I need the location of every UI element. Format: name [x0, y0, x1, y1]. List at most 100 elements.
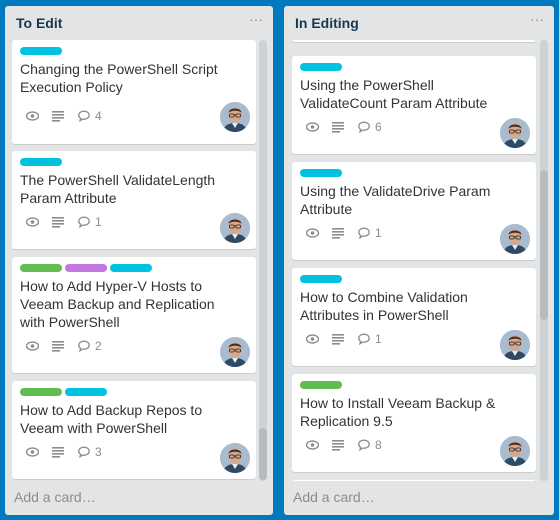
card-title: Using the ValidateDrive Param Attribute: [300, 183, 491, 217]
card[interactable]: How to Add Hyper-V Hosts to Veeam Backup…: [12, 257, 256, 373]
eye-icon: [306, 228, 319, 238]
description-icon: [52, 340, 64, 352]
description-icon: [332, 121, 344, 133]
eye-icon: [26, 217, 39, 227]
add-card-button[interactable]: Add a card…: [293, 489, 375, 505]
card-badges: 1: [26, 215, 102, 229]
label-cyan[interactable]: [20, 158, 62, 166]
description-icon: [52, 216, 64, 228]
label-cyan[interactable]: [300, 63, 342, 71]
label-green[interactable]: [20, 388, 62, 396]
list-title[interactable]: To Edit: [16, 15, 62, 31]
description-icon: [52, 110, 64, 122]
cards-area: Using the PowerShell ValidateCount Param…: [284, 40, 554, 481]
card-title: How to Install Veeam Backup & Replicatio…: [300, 395, 496, 429]
comment-icon: [78, 216, 90, 228]
list-header: In Editing ···: [284, 6, 554, 40]
card-labels: [300, 169, 345, 177]
card-badges: 1: [306, 226, 382, 240]
label-green[interactable]: [300, 381, 342, 389]
avatar[interactable]: [500, 330, 530, 360]
avatar[interactable]: [500, 224, 530, 254]
description-icon: [332, 227, 344, 239]
scroll-thumb[interactable]: [540, 170, 548, 320]
comment-count: 8: [375, 438, 382, 452]
avatar[interactable]: [500, 118, 530, 148]
card-labels: [300, 275, 345, 283]
list-menu-button[interactable]: ···: [530, 11, 544, 27]
scrollbar[interactable]: [540, 40, 548, 481]
avatar[interactable]: [220, 102, 250, 132]
card[interactable]: How to Install Veeam Backup & Replicatio…: [292, 374, 536, 472]
comment-count: 1: [375, 332, 382, 346]
comment-count: 2: [95, 339, 102, 353]
comment-icon: [78, 340, 90, 352]
card-title: How to Combine Validation Attributes in …: [300, 289, 468, 323]
avatar[interactable]: [220, 213, 250, 243]
avatar[interactable]: [220, 443, 250, 473]
card-labels: [20, 388, 110, 396]
eye-icon: [306, 440, 319, 450]
comment-count: 1: [95, 215, 102, 229]
card-title: The PowerShell ValidateLength Param Attr…: [20, 172, 216, 206]
avatar[interactable]: [220, 337, 250, 367]
card[interactable]: The PowerShell ValidateLength Param Attr…: [12, 151, 256, 249]
card[interactable]: Using the ValidateDrive Param Attribute …: [292, 162, 536, 260]
comment-count: 4: [95, 109, 102, 123]
card[interactable]: How to Add Backup Repos to Veeam with Po…: [12, 381, 256, 479]
card-badges: 2: [26, 339, 102, 353]
card-badges: 4: [26, 109, 102, 123]
card-labels: [20, 264, 155, 272]
comment-count: 1: [375, 226, 382, 240]
eye-icon: [306, 122, 319, 132]
eye-icon: [306, 334, 319, 344]
label-cyan[interactable]: [300, 169, 342, 177]
eye-icon: [26, 341, 39, 351]
comment-count: 3: [95, 445, 102, 459]
card-badges: 8: [306, 438, 382, 452]
comment-count: 6: [375, 120, 382, 134]
label-cyan[interactable]: [300, 275, 342, 283]
list-menu-button[interactable]: ···: [249, 11, 263, 27]
list-in-editing: In Editing ··· Using the PowerShell Vali…: [284, 6, 554, 515]
card-title: How to Add Backup Repos to Veeam with Po…: [20, 402, 203, 436]
scroll-thumb[interactable]: [259, 428, 267, 480]
comment-icon: [78, 446, 90, 458]
card-labels: [300, 63, 345, 71]
description-icon: [52, 446, 64, 458]
card-title: Using the PowerShell ValidateCount Param…: [300, 77, 488, 111]
add-card-button[interactable]: Add a card…: [14, 489, 96, 505]
card[interactable]: How to Combine Validation Attributes in …: [292, 268, 536, 366]
label-cyan[interactable]: [65, 388, 107, 396]
card-badges: 3: [26, 445, 102, 459]
cards-area: Changing the PowerShell Script Execution…: [5, 40, 273, 481]
card-badges: 6: [306, 120, 382, 134]
description-icon: [332, 439, 344, 451]
avatar[interactable]: [500, 436, 530, 466]
card-badges: 1: [306, 332, 382, 346]
card-title: Changing the PowerShell Script Execution…: [20, 61, 218, 95]
label-cyan[interactable]: [20, 47, 62, 55]
card-labels: [20, 158, 65, 166]
card[interactable]: Changing the PowerShell Script Execution…: [12, 40, 256, 144]
scrollbar[interactable]: [259, 40, 267, 481]
comment-icon: [358, 121, 370, 133]
label-cyan[interactable]: [110, 264, 152, 272]
comment-icon: [358, 227, 370, 239]
card[interactable]: Using the PowerShell ValidateCount Param…: [292, 56, 536, 154]
card-partial[interactable]: [292, 480, 536, 481]
comment-icon: [358, 439, 370, 451]
comment-icon: [78, 110, 90, 122]
list-to-edit: To Edit ··· Changing the PowerShell Scri…: [5, 6, 273, 515]
comment-icon: [358, 333, 370, 345]
card-labels: [300, 381, 345, 389]
label-purple[interactable]: [65, 264, 107, 272]
card-partial[interactable]: [292, 40, 536, 42]
list-title[interactable]: In Editing: [295, 15, 359, 31]
eye-icon: [26, 111, 39, 121]
card-title: How to Add Hyper-V Hosts to Veeam Backup…: [20, 278, 215, 330]
list-header: To Edit ···: [5, 6, 273, 40]
label-green[interactable]: [20, 264, 62, 272]
card-labels: [20, 47, 65, 55]
eye-icon: [26, 447, 39, 457]
